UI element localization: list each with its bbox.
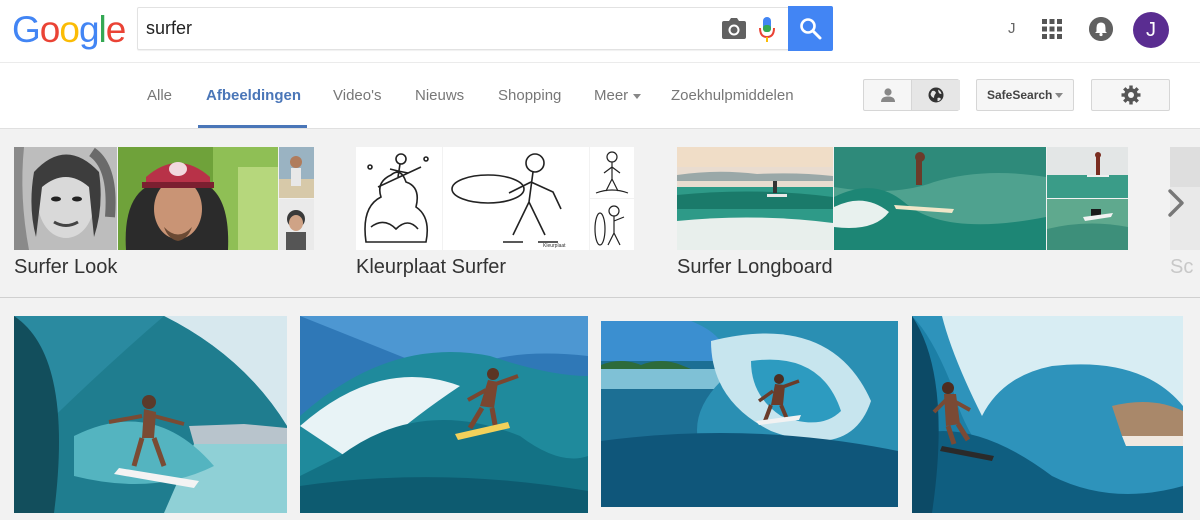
logo-letter-g: G — [12, 9, 41, 50]
nav-tabs-bar: Alle Afbeeldingen Video's Nieuws Shoppin… — [0, 62, 1200, 129]
related-thumb-coloring-2: Kleurplaat — [443, 147, 589, 250]
gear-icon — [1121, 85, 1141, 105]
related-thumb-longboard-2 — [834, 147, 1046, 250]
related-search-surfer-look[interactable]: Surfer Look — [14, 147, 314, 287]
related-search-coloring-page-surfer[interactable]: Kleurplaat Kleurplaat Surfer — [356, 147, 634, 287]
logo-letter-g2: g — [78, 9, 100, 50]
tab-search-tools[interactable]: Zoekhulpmiddelen — [671, 87, 794, 104]
apps-grid-icon[interactable] — [1042, 19, 1062, 39]
tab-videos[interactable]: Video's — [333, 87, 381, 104]
results-scope-toggle — [863, 79, 960, 111]
related-thumb-small-1 — [279, 147, 314, 198]
tab-images[interactable]: Afbeeldingen — [206, 87, 301, 104]
search-box — [137, 7, 789, 50]
top-header: Google J J — [0, 0, 1200, 62]
person-icon — [881, 88, 895, 102]
result-image-1[interactable] — [14, 316, 287, 513]
safesearch-label: SafeSearch — [987, 88, 1053, 102]
related-thumb-coloring-4 — [590, 199, 634, 250]
tab-news[interactable]: Nieuws — [415, 87, 464, 104]
microphone-icon[interactable] — [757, 16, 777, 44]
account-initial[interactable]: J — [1008, 20, 1016, 37]
chevron-right-icon[interactable] — [1164, 185, 1188, 221]
tab-shopping[interactable]: Shopping — [498, 87, 561, 104]
svg-text:Kleurplaat: Kleurplaat — [543, 243, 566, 249]
search-button[interactable] — [788, 6, 833, 51]
result-image-4[interactable] — [912, 316, 1183, 513]
related-thumb-longboard-4 — [1047, 199, 1128, 250]
related-thumb-coloring-3 — [590, 147, 634, 198]
tab-more[interactable]: Meer — [594, 87, 642, 104]
logo-letter-e: e — [105, 9, 127, 50]
notifications-bell-icon[interactable] — [1089, 17, 1113, 41]
logo-letter-l: l — [98, 9, 107, 50]
settings-button[interactable] — [1091, 79, 1170, 111]
logo-letter-o1: o — [39, 9, 61, 50]
result-image-3[interactable] — [601, 321, 898, 507]
related-thumb-coloring-1 — [356, 147, 442, 250]
google-logo[interactable]: Google — [12, 9, 127, 50]
related-searches: Surfer Look Kleurplaat Kleurplaat Surfer… — [0, 130, 1200, 298]
related-search-label: Kleurplaat Surfer — [356, 256, 507, 278]
related-thumb-longboard-1 — [677, 147, 833, 250]
global-results-button[interactable] — [912, 80, 960, 110]
logo-letter-o2: o — [59, 9, 80, 50]
related-thumb-small-2 — [279, 199, 314, 250]
related-search-surfer-longboard[interactable]: Surfer Longboard — [677, 147, 1128, 287]
tab-all[interactable]: Alle — [147, 87, 172, 104]
chevron-down-icon — [1055, 93, 1064, 99]
safesearch-dropdown[interactable]: SafeSearch — [976, 79, 1074, 111]
camera-icon[interactable] — [721, 17, 747, 41]
related-search-label: Sc — [1170, 256, 1194, 278]
related-thumb-longboard-3 — [1047, 147, 1128, 198]
search-input[interactable] — [146, 16, 706, 40]
active-tab-indicator — [198, 125, 307, 128]
avatar[interactable]: J — [1133, 12, 1169, 48]
related-thumb-portrait-bw — [14, 147, 117, 250]
globe-icon — [928, 87, 944, 103]
related-search-label: Surfer Look — [14, 256, 118, 278]
chevron-down-icon — [633, 93, 642, 99]
result-image-2[interactable] — [300, 316, 588, 513]
tab-more-label: Meer — [594, 87, 629, 104]
personal-results-button[interactable] — [864, 80, 912, 110]
search-icon — [800, 18, 822, 40]
related-thumb-cap-portrait — [118, 147, 278, 250]
related-search-label: Surfer Longboard — [677, 256, 833, 278]
section-divider — [0, 297, 1200, 298]
